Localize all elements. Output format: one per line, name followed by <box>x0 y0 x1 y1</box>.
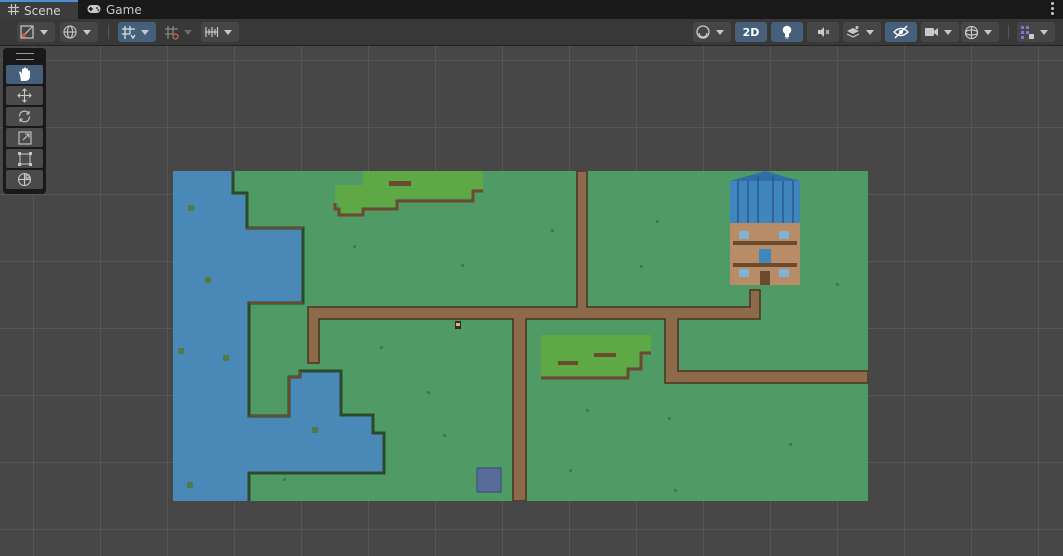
move-tool-button[interactable] <box>6 86 43 105</box>
hand-tool-button[interactable] <box>6 65 43 84</box>
2d-mode-toggle[interactable]: 2D <box>735 22 767 42</box>
transform-tool-button[interactable] <box>6 170 43 189</box>
increment-snapping-dropdown[interactable] <box>161 22 199 42</box>
render-sphere-icon <box>693 22 713 42</box>
grid-snap-icon <box>118 22 138 42</box>
overlays-dropdown[interactable] <box>1017 22 1055 42</box>
audio-toggle[interactable] <box>807 22 839 42</box>
gamepad-icon <box>87 3 101 17</box>
rect-tool-button[interactable] <box>6 149 43 168</box>
scale-tool-button[interactable] <box>6 128 43 147</box>
transform-gizmo-icon <box>17 172 32 187</box>
ruler-icon <box>201 22 221 42</box>
stone-tile <box>476 467 502 493</box>
mute-icon <box>813 22 833 42</box>
house-sprite <box>730 171 800 285</box>
overlay-grid-icon <box>1017 22 1037 42</box>
drag-handle[interactable] <box>16 53 34 60</box>
scene-lighting-toggle[interactable] <box>771 22 803 42</box>
hand-icon <box>18 67 30 81</box>
player-sprite <box>455 321 461 329</box>
camera-icon <box>921 22 941 42</box>
render-mode-dropdown[interactable] <box>693 22 731 42</box>
effects-dropdown[interactable] <box>843 22 881 42</box>
draw-mode-dropdown[interactable] <box>17 22 55 42</box>
scene-toolbar: 2D <box>0 19 1063 46</box>
2d-mode-label: 2D <box>742 25 760 39</box>
shading-mode-icon <box>17 22 37 42</box>
grid-icon <box>8 3 19 18</box>
grid-snapping-toggle[interactable] <box>118 22 156 42</box>
tab-scene[interactable]: Scene <box>0 0 78 19</box>
pivot-rotation-dropdown[interactable] <box>60 22 98 42</box>
tab-game[interactable]: Game <box>79 0 149 19</box>
transform-tools-overlay <box>3 48 46 194</box>
camera-settings-dropdown[interactable] <box>921 22 959 42</box>
more-options-icon[interactable] <box>1051 2 1055 16</box>
hidden-objects-toggle[interactable] <box>885 22 917 42</box>
effects-layers-icon <box>843 22 863 42</box>
globe-icon <box>60 22 80 42</box>
tab-game-label: Game <box>106 2 142 17</box>
rotate-icon <box>18 110 31 123</box>
tab-scene-label: Scene <box>24 3 61 18</box>
lightbulb-icon <box>777 22 797 42</box>
move-arrows-icon <box>17 88 32 103</box>
grid-visibility-dropdown[interactable] <box>201 22 239 42</box>
scene-viewport[interactable] <box>0 46 1063 556</box>
gizmo-globe-icon <box>961 22 981 42</box>
editor-tab-bar: Scene Game <box>0 0 1063 19</box>
rect-transform-icon <box>17 151 32 166</box>
eye-slash-icon <box>891 22 911 42</box>
rotate-tool-button[interactable] <box>6 107 43 126</box>
gizmos-dropdown[interactable] <box>961 22 999 42</box>
increment-snap-icon <box>161 22 181 42</box>
tilemap[interactable] <box>173 171 868 501</box>
scale-icon <box>17 130 32 145</box>
